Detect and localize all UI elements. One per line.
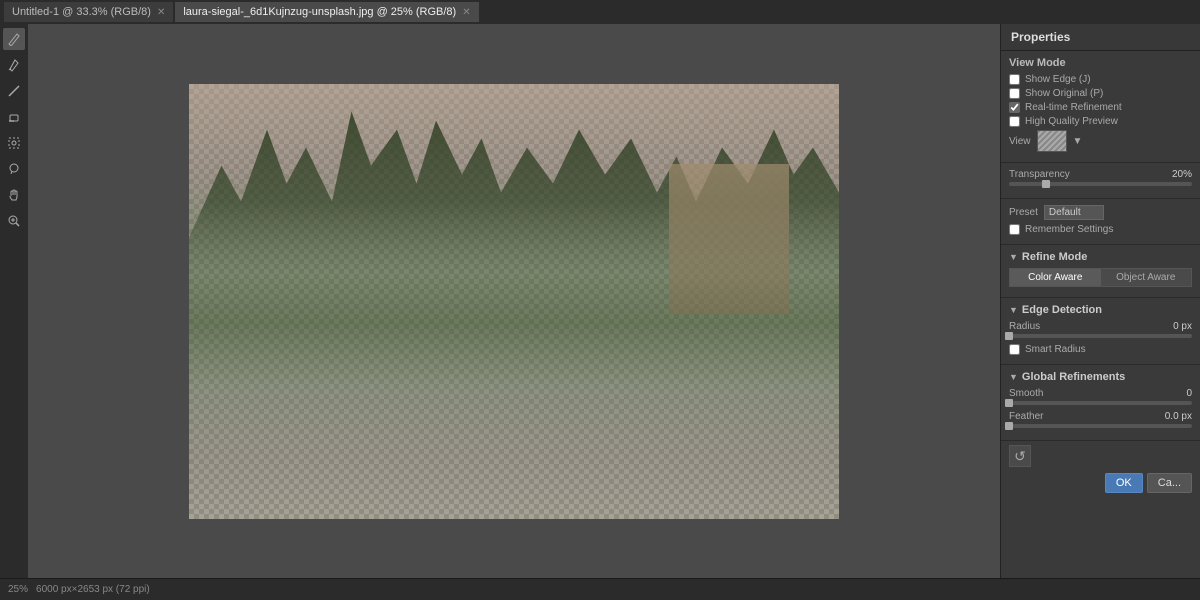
transparency-row: Transparency 20% [1009, 169, 1192, 180]
cancel-button[interactable]: Ca... [1147, 473, 1192, 493]
view-label: View [1009, 136, 1031, 147]
smart-radius-checkbox[interactable] [1009, 344, 1020, 355]
view-thumbnail[interactable] [1037, 130, 1067, 152]
global-refinements-collapse[interactable]: ▼ Global Refinements [1009, 371, 1192, 383]
show-original-row: Show Original (P) [1009, 88, 1192, 99]
smooth-track[interactable] [1009, 401, 1192, 405]
properties-title: Properties [1001, 24, 1200, 51]
smooth-thumb[interactable] [1005, 399, 1013, 407]
smart-radius-row: Smart Radius [1009, 344, 1192, 355]
preset-value[interactable]: Default [1044, 205, 1104, 220]
real-time-checkbox[interactable] [1009, 102, 1020, 113]
refine-mode-title: Refine Mode [1022, 251, 1087, 263]
remember-settings-checkbox[interactable] [1009, 224, 1020, 235]
radius-value: 0 px [1173, 321, 1192, 332]
view-row: View ▼ [1009, 130, 1192, 152]
remember-settings-row: Remember Settings [1009, 224, 1192, 235]
show-edge-label: Show Edge (J) [1025, 74, 1091, 85]
select-tool[interactable] [3, 132, 25, 154]
eraser-tool[interactable] [3, 106, 25, 128]
radius-thumb[interactable] [1005, 332, 1013, 340]
edge-detection-title: Edge Detection [1022, 304, 1102, 316]
tab-untitled-label: Untitled-1 @ 33.3% (RGB/8) [12, 6, 151, 18]
high-quality-label: High Quality Preview [1025, 116, 1118, 127]
global-refinements-section: ▼ Global Refinements Smooth 0 Feather 0.… [1001, 365, 1200, 441]
bottom-bar: 25% 6000 px×2653 px (72 ppi) [0, 578, 1200, 600]
color-aware-btn[interactable]: Color Aware [1010, 269, 1101, 286]
canvas-area[interactable] [28, 24, 1000, 578]
edge-detection-arrow: ▼ [1009, 305, 1018, 315]
radius-track[interactable] [1009, 334, 1192, 338]
view-dropdown-arrow[interactable]: ▼ [1073, 136, 1083, 147]
transparency-thumb[interactable] [1042, 180, 1050, 188]
pen-tool[interactable] [3, 54, 25, 76]
transparency-track[interactable] [1009, 182, 1192, 186]
radius-slider-container: Radius 0 px [1009, 321, 1192, 340]
preset-label: Preset [1009, 207, 1038, 218]
transparency-section: Transparency 20% [1001, 163, 1200, 199]
view-mode-section: View Mode Show Edge (J) Show Original (P… [1001, 51, 1200, 163]
tab-laura-close[interactable]: ✕ [462, 7, 470, 18]
transparency-value: 20% [1172, 169, 1192, 180]
show-edge-row: Show Edge (J) [1009, 74, 1192, 85]
global-refinements-arrow: ▼ [1009, 372, 1018, 382]
view-mode-title: View Mode [1009, 57, 1192, 69]
radius-label: Radius [1009, 321, 1040, 332]
tab-untitled-close[interactable]: ✕ [157, 7, 165, 18]
transparency-slider-container: Transparency 20% [1009, 169, 1192, 188]
feather-slider-container: Feather 0.0 px [1009, 411, 1192, 430]
preset-row: Preset Default [1009, 205, 1192, 220]
high-quality-checkbox[interactable] [1009, 116, 1020, 127]
radius-row: Radius 0 px [1009, 321, 1192, 332]
feather-value: 0.0 px [1165, 411, 1192, 422]
smooth-slider-container: Smooth 0 [1009, 388, 1192, 407]
tab-untitled[interactable]: Untitled-1 @ 33.3% (RGB/8) ✕ [4, 2, 173, 22]
preset-section: Preset Default Remember Settings [1001, 199, 1200, 245]
show-original-label: Show Original (P) [1025, 88, 1103, 99]
zoom-level: 25% [8, 584, 28, 595]
properties-panel: Properties View Mode Show Edge (J) Show … [1000, 24, 1200, 578]
tab-laura-label: laura-siegal-_6d1Kujnzug-unsplash.jpg @ … [183, 6, 456, 18]
real-time-label: Real-time Refinement [1025, 102, 1122, 113]
refine-mode-arrow: ▼ [1009, 252, 1018, 262]
toolbar [0, 24, 28, 578]
show-original-checkbox[interactable] [1009, 88, 1020, 99]
real-time-row: Real-time Refinement [1009, 102, 1192, 113]
line-tool[interactable] [3, 80, 25, 102]
action-row: OK Ca... [1001, 467, 1200, 499]
tab-bar: Untitled-1 @ 33.3% (RGB/8) ✕ laura-siega… [0, 0, 1200, 24]
feather-label: Feather [1009, 411, 1043, 422]
lasso-tool[interactable] [3, 158, 25, 180]
ok-button[interactable]: OK [1105, 473, 1143, 493]
zoom-tool[interactable] [3, 210, 25, 232]
edge-detection-collapse[interactable]: ▼ Edge Detection [1009, 304, 1192, 316]
smooth-label: Smooth [1009, 388, 1043, 399]
edge-detection-section: ▼ Edge Detection Radius 0 px Smart Radiu… [1001, 298, 1200, 365]
feather-thumb[interactable] [1005, 422, 1013, 430]
global-refinements-title: Global Refinements [1022, 371, 1125, 383]
smooth-value: 0 [1186, 388, 1192, 399]
brush-tool[interactable] [3, 28, 25, 50]
hand-tool[interactable] [3, 184, 25, 206]
undo-row: ↺ [1001, 441, 1200, 467]
refine-mode-collapse[interactable]: ▼ Refine Mode [1009, 251, 1192, 263]
feather-track[interactable] [1009, 424, 1192, 428]
feather-row: Feather 0.0 px [1009, 411, 1192, 422]
show-edge-checkbox[interactable] [1009, 74, 1020, 85]
high-quality-row: High Quality Preview [1009, 116, 1192, 127]
object-aware-btn[interactable]: Object Aware [1101, 269, 1192, 286]
refine-toggle: Color Aware Object Aware [1009, 268, 1192, 287]
main-area: Properties View Mode Show Edge (J) Show … [0, 24, 1200, 578]
canvas-image [189, 84, 839, 519]
tab-laura[interactable]: laura-siegal-_6d1Kujnzug-unsplash.jpg @ … [175, 2, 478, 22]
undo-button[interactable]: ↺ [1009, 445, 1031, 467]
refine-mode-section: ▼ Refine Mode Color Aware Object Aware [1001, 245, 1200, 298]
smooth-row: Smooth 0 [1009, 388, 1192, 399]
smart-radius-label: Smart Radius [1025, 344, 1086, 355]
building-structure [669, 164, 789, 314]
transparency-label: Transparency [1009, 169, 1070, 180]
document-dimensions: 6000 px×2653 px (72 ppi) [36, 584, 150, 595]
remember-settings-label: Remember Settings [1025, 224, 1113, 235]
